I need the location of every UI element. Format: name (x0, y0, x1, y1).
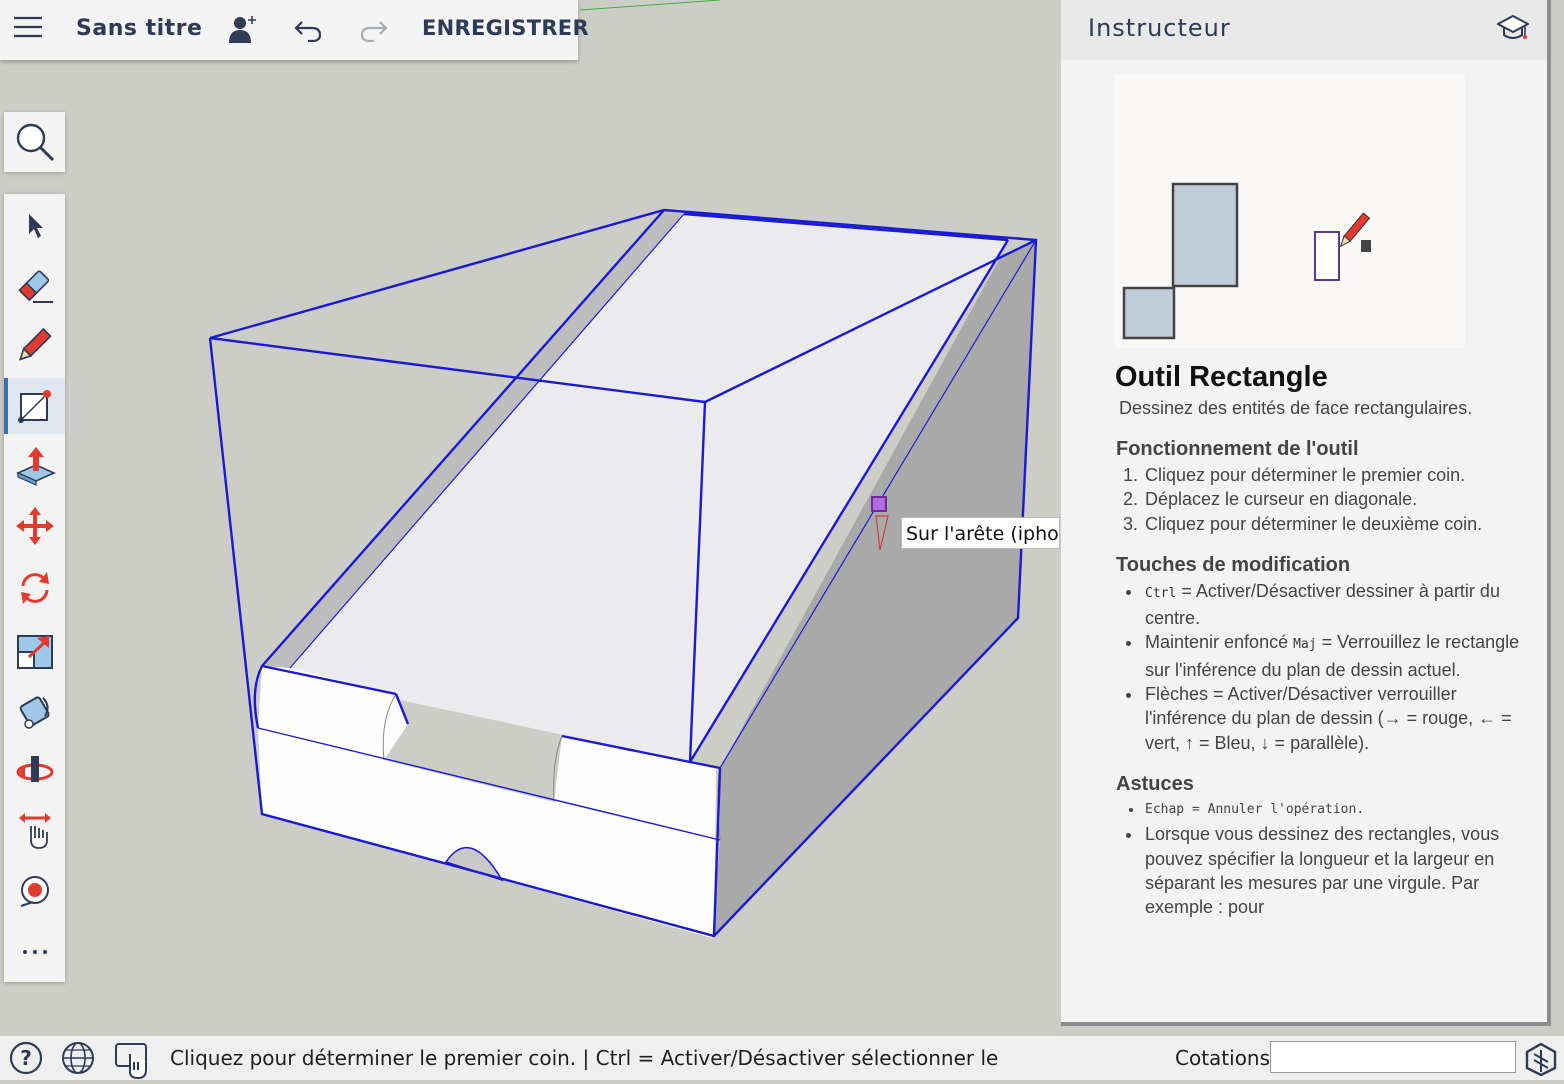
position-camera-icon[interactable] (4, 864, 65, 920)
arrow-cursor-icon[interactable] (4, 198, 65, 254)
instructor-panel: Instructeur Outil Rectangle Dessinez des… (1061, 0, 1551, 1026)
pencil-icon[interactable] (4, 318, 65, 374)
top-bar: Sans titre ENREGISTRER (0, 0, 589, 60)
modifier-text: = Activer/Désactiver dessiner à partir d… (1145, 580, 1500, 629)
status-message: Cliquez pour déterminer le premier coin.… (170, 1046, 999, 1070)
globe-icon[interactable] (60, 1040, 96, 1080)
modifier-item: Ctrl = Activer/Désactiver dessiner à par… (1143, 579, 1535, 631)
push-pull-icon[interactable] (4, 438, 65, 494)
modifier-item: Flèches = Activer/Désactiver verrouiller… (1143, 682, 1535, 755)
steps-list: Cliquez pour déterminer le premier coin.… (1115, 463, 1535, 536)
section-tips: Astuces (1116, 772, 1194, 795)
document-title[interactable]: Sans titre (76, 16, 202, 41)
green-axis (579, 0, 721, 11)
search-panel (4, 112, 65, 172)
touch-icon[interactable] (114, 1040, 154, 1084)
tool-name: Outil Rectangle (1115, 361, 1328, 393)
menu-icon[interactable] (14, 16, 42, 38)
scale-icon[interactable] (4, 622, 65, 678)
undo-icon[interactable] (294, 18, 322, 42)
inference-point (871, 496, 887, 512)
rectangle-icon[interactable] (4, 378, 65, 434)
orbit-icon[interactable] (4, 742, 65, 798)
tool-illustration (1115, 74, 1465, 348)
move-icon[interactable] (4, 498, 65, 554)
step-item: Cliquez pour déterminer le premier coin. (1143, 463, 1535, 487)
tip-item: Lorsque vous dessinez des rectangles, vo… (1143, 822, 1535, 919)
instructor-title: Instructeur (1088, 14, 1231, 42)
modifier-prefix: Maintenir enfoncé (1145, 632, 1294, 653)
more-icon[interactable] (4, 924, 65, 980)
magnifier-icon[interactable] (4, 114, 65, 170)
key-label: Ctrl (1145, 585, 1177, 601)
pan-hand-icon[interactable] (4, 802, 65, 858)
modifiers-list: Ctrl = Activer/Désactiver dessiner à par… (1115, 579, 1535, 755)
eraser-icon[interactable] (4, 258, 65, 314)
status-bar: ? Cliquez pour déterminer le premier coi… (0, 1036, 1564, 1080)
instructor-header: Instructeur (1061, 0, 1547, 60)
tool-panel (4, 194, 65, 982)
redo-icon[interactable] (360, 18, 388, 42)
svg-text:?: ? (20, 1046, 32, 1070)
inference-tooltip: Sur l'arête (iphone) (901, 517, 1060, 549)
modifier-item: Maintenir enfoncé Maj = Verrouillez le r… (1143, 630, 1535, 682)
paint-bucket-icon[interactable] (4, 682, 65, 738)
tip-item: Echap = Annuler l'opération. (1143, 798, 1535, 822)
tips-list: Echap = Annuler l'opération. Lorsque vou… (1115, 798, 1535, 919)
help-icon[interactable]: ? (8, 1040, 44, 1080)
key-label: Maj (1293, 637, 1317, 653)
step-item: Cliquez pour déterminer le deuxième coin… (1143, 512, 1535, 536)
step-item: Déplacez le curseur en diagonale. (1143, 487, 1535, 511)
dimensions-label: Cotations (1175, 1046, 1271, 1070)
tool-description: Dessinez des entités de face rectangulai… (1119, 398, 1473, 418)
section-modifiers: Touches de modification (1116, 553, 1351, 576)
sketchup-logo-icon[interactable] (1524, 1042, 1558, 1080)
rotate-icon[interactable] (4, 560, 65, 616)
dimensions-input[interactable] (1270, 1041, 1516, 1073)
3d-viewport[interactable]: Sur l'arête (iphone) (0, 0, 1060, 1036)
instructor-body: Outil Rectangle Dessinez des entités de … (1115, 358, 1535, 919)
save-button[interactable]: ENREGISTRER (422, 16, 589, 40)
add-user-icon[interactable] (228, 14, 258, 44)
section-operation: Fonctionnement de l'outil (1116, 438, 1359, 460)
graduation-cap-icon[interactable] (1495, 14, 1531, 48)
